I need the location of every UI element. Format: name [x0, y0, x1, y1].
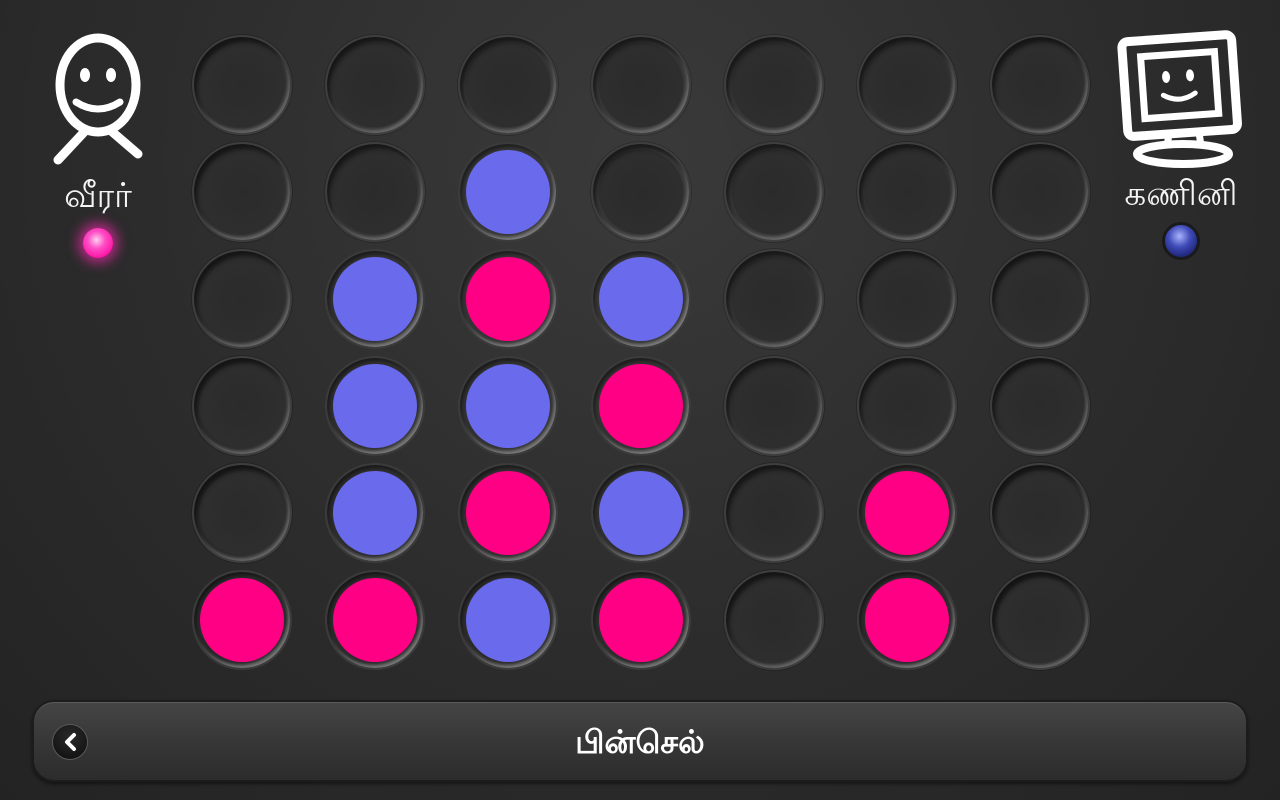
board-slot[interactable] [591, 463, 691, 563]
pink-disc [865, 471, 949, 555]
board-slot[interactable] [325, 142, 425, 242]
board-slot[interactable] [857, 142, 957, 242]
board-slot[interactable] [325, 35, 425, 135]
pink-disc [865, 578, 949, 662]
board-slot[interactable] [325, 249, 425, 349]
board-slot[interactable] [458, 249, 558, 349]
board-slot[interactable] [724, 463, 824, 563]
board-slot[interactable] [857, 249, 957, 349]
board-slot[interactable] [990, 463, 1090, 563]
board-slot[interactable] [724, 249, 824, 349]
board-slot[interactable] [192, 35, 292, 135]
board-slot[interactable] [458, 356, 558, 456]
computer-player-panel: கணினி [1106, 30, 1256, 260]
pink-disc [200, 578, 284, 662]
board-slot[interactable] [192, 463, 292, 563]
pink-disc [466, 471, 550, 555]
blue-disc [333, 364, 417, 448]
human-turn-indicator [83, 228, 113, 258]
human-player-name: வீரர் [64, 176, 132, 216]
board-slot[interactable] [325, 463, 425, 563]
board-slot[interactable] [458, 463, 558, 563]
board-slot[interactable] [857, 570, 957, 670]
board-slot[interactable] [591, 570, 691, 670]
board-slot[interactable] [990, 35, 1090, 135]
blue-disc [466, 578, 550, 662]
board-slot[interactable] [458, 142, 558, 242]
board-slot[interactable] [724, 142, 824, 242]
blue-disc [333, 471, 417, 555]
computer-turn-indicator [1162, 222, 1200, 260]
stick-figure-smiley-icon [53, 33, 143, 165]
board-slot[interactable] [591, 356, 691, 456]
board-slot[interactable] [458, 35, 558, 135]
board-slot[interactable] [192, 142, 292, 242]
board-slot[interactable] [857, 463, 957, 563]
back-label[interactable]: பின்செல் [34, 722, 1246, 762]
board-slot[interactable] [591, 249, 691, 349]
blue-disc [599, 257, 683, 341]
bottom-bar: பின்செல் [32, 700, 1248, 782]
blue-disc [333, 257, 417, 341]
computer-monitor-smiley-icon [1117, 30, 1242, 168]
pink-disc [466, 257, 550, 341]
game-screen: வீரர் கணினி பின்செல் [0, 0, 1280, 800]
board-slot[interactable] [724, 570, 824, 670]
blue-disc [466, 364, 550, 448]
pink-disc [599, 578, 683, 662]
board-slot[interactable] [990, 249, 1090, 349]
board-slot[interactable] [591, 35, 691, 135]
blue-disc [466, 150, 550, 234]
board-slot[interactable] [591, 142, 691, 242]
board-slot[interactable] [192, 356, 292, 456]
blue-disc [599, 471, 683, 555]
board-slot[interactable] [990, 570, 1090, 670]
game-board[interactable] [190, 33, 1090, 673]
board-slot[interactable] [458, 570, 558, 670]
board-slot[interactable] [990, 142, 1090, 242]
pink-disc [333, 578, 417, 662]
board-slot[interactable] [724, 35, 824, 135]
board-slot[interactable] [192, 570, 292, 670]
board-slot[interactable] [990, 356, 1090, 456]
board-slot[interactable] [192, 249, 292, 349]
board-slot[interactable] [724, 356, 824, 456]
board-slot[interactable] [857, 356, 957, 456]
pink-disc [599, 364, 683, 448]
computer-player-name: கணினி [1124, 174, 1238, 214]
human-player-panel: வீரர் [23, 30, 173, 258]
board-slot[interactable] [325, 570, 425, 670]
board-slot[interactable] [325, 356, 425, 456]
board-slot[interactable] [857, 35, 957, 135]
